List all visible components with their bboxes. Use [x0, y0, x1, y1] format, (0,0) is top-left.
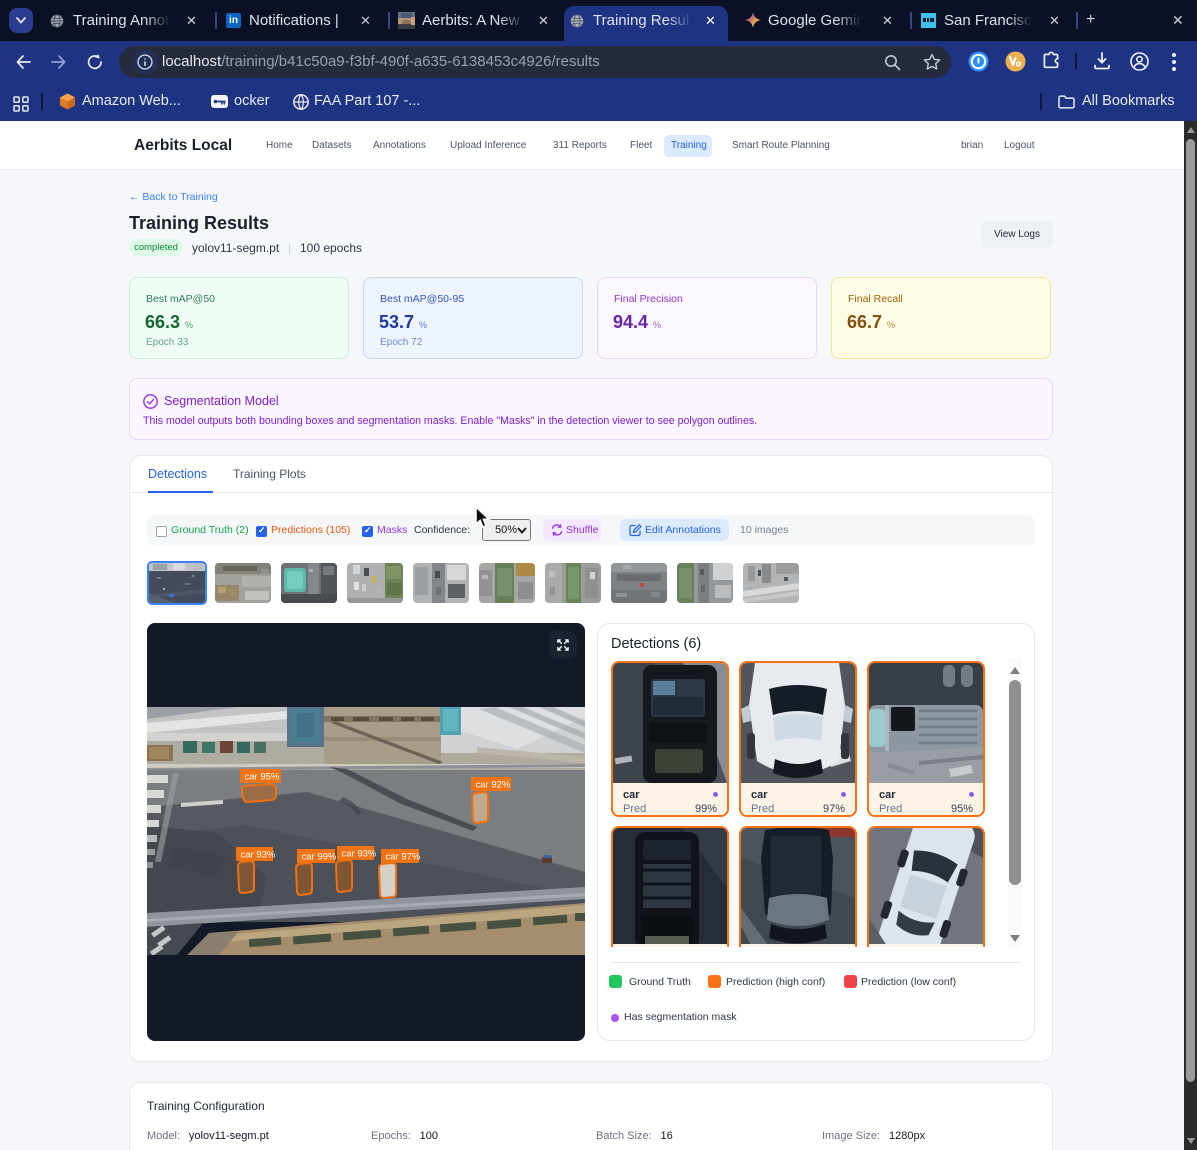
svg-text:car 97%: car 97%: [386, 852, 421, 863]
svg-text:car 92%: car 92%: [476, 780, 511, 791]
svg-text:car 99%: car 99%: [302, 852, 337, 863]
svg-text:car 95%: car 95%: [245, 772, 280, 783]
svg-text:car 93%: car 93%: [241, 850, 276, 861]
svg-text:car 93%: car 93%: [342, 849, 377, 860]
